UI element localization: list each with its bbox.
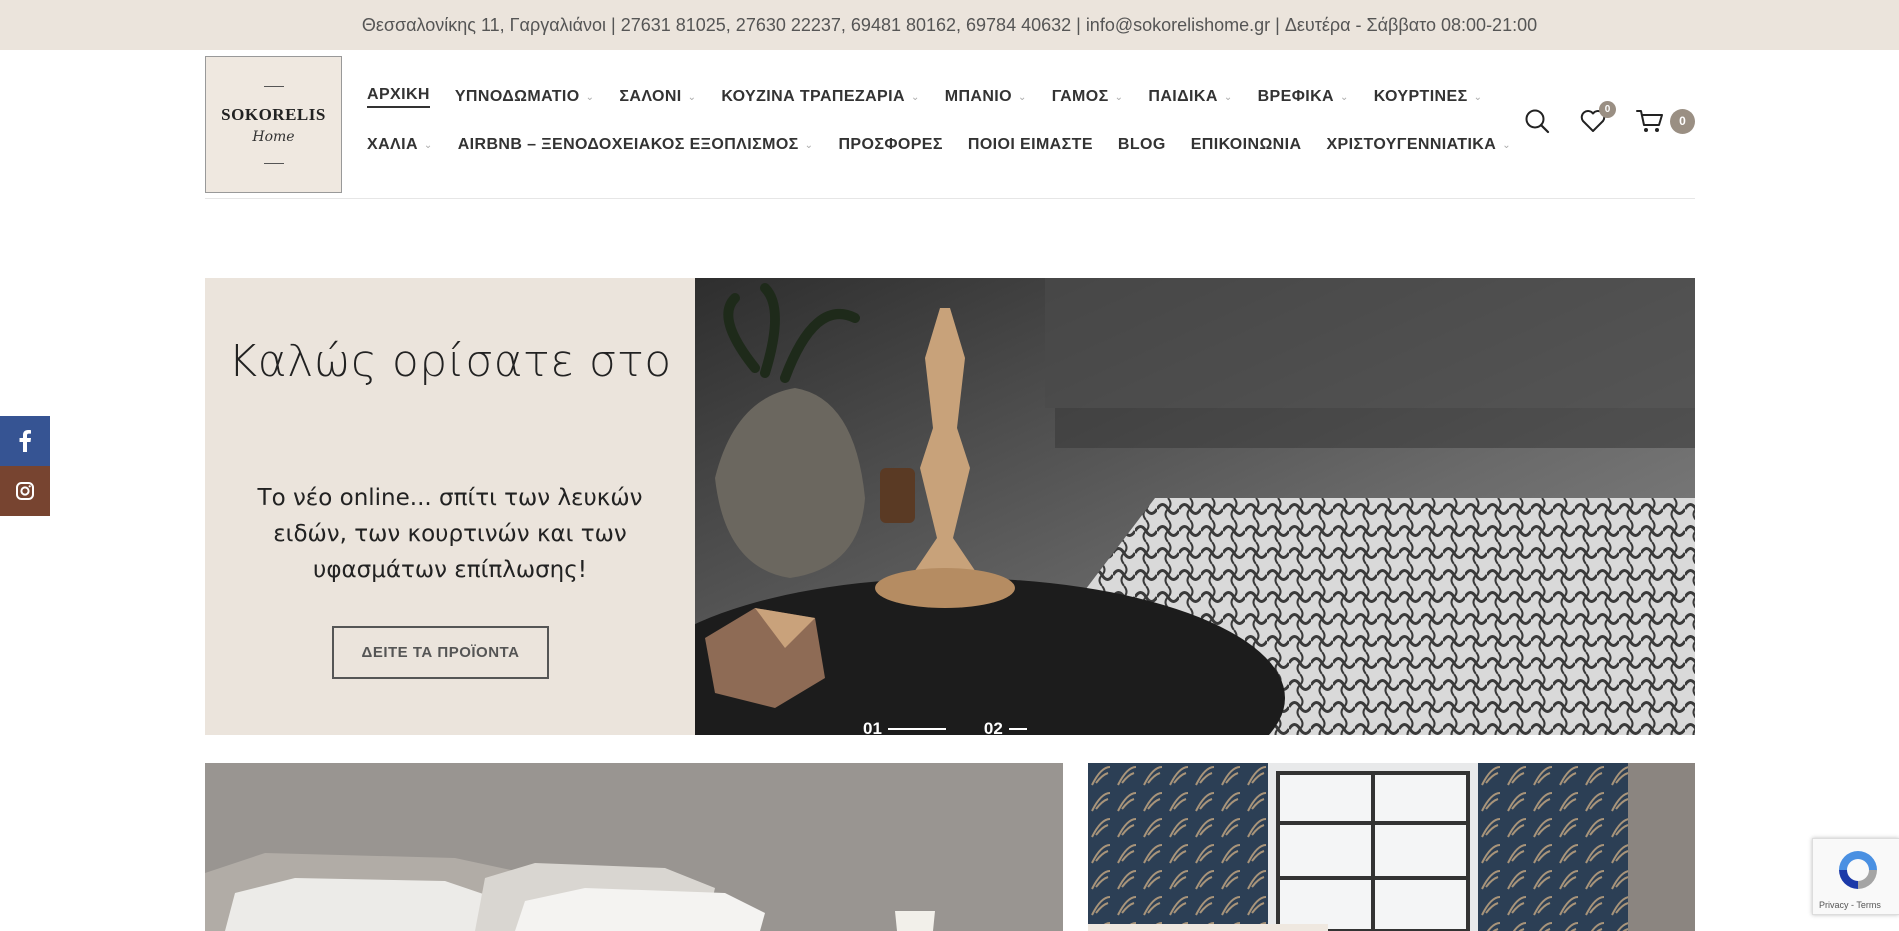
curtains-photo bbox=[1088, 763, 1695, 931]
recaptcha-icon bbox=[1839, 851, 1877, 889]
chevron-down-icon: ⌄ bbox=[1502, 139, 1511, 151]
nav-item-home[interactable]: ΑΡΧΙΚΗ bbox=[367, 86, 430, 108]
chevron-down-icon: ⌄ bbox=[910, 91, 920, 103]
nav-item-wedding[interactable]: ΓΑΜΟΣ ⌄ bbox=[1052, 88, 1124, 106]
search-button[interactable] bbox=[1524, 108, 1550, 134]
logo-script: Home bbox=[252, 128, 295, 145]
slide-dot-1[interactable]: 01 bbox=[863, 719, 946, 735]
nav-item-kids[interactable]: ΠΑΙΔΙΚΑ ⌄ bbox=[1148, 88, 1232, 106]
chevron-down-icon: ⌄ bbox=[687, 91, 697, 103]
recaptcha-terms[interactable]: Privacy - Terms bbox=[1819, 900, 1881, 910]
top-info-text: Θεσσαλονίκης 11, Γαργαλιάνοι | 27631 810… bbox=[361, 14, 1538, 35]
slide-dot-2[interactable]: 02 bbox=[984, 719, 1027, 735]
nav-item-christmas[interactable]: ΧΡΙΣΤΟΥΓΕΝΝΙΑΤΙΚΑ ⌄ bbox=[1326, 136, 1511, 154]
nav-item-living-room[interactable]: ΣΑΛΟΝΙ ⌄ bbox=[619, 88, 696, 106]
category-tile-bedroom[interactable] bbox=[205, 763, 1063, 931]
slider-pagination: 01 02 bbox=[863, 719, 1065, 735]
bedroom-photo bbox=[205, 763, 1063, 931]
nav-item-about[interactable]: ΠΟΙΟΙ ΕΙΜΑΣΤΕ bbox=[968, 136, 1093, 154]
nav-item-kitchen-dining[interactable]: ΚΟΥΖΙΝΑ ΤΡΑΠΕΖΑΡΙΑ ⌄ bbox=[721, 88, 919, 106]
social-sidebar bbox=[0, 416, 50, 516]
chevron-down-icon: ⌄ bbox=[423, 139, 433, 151]
instagram-icon bbox=[16, 482, 34, 500]
nav-item-curtains[interactable]: ΚΟΥΡΤΙΝΕΣ ⌄ bbox=[1374, 88, 1483, 106]
chevron-down-icon: ⌄ bbox=[804, 139, 814, 151]
wishlist-count-badge: 0 bbox=[1599, 101, 1616, 118]
cart-button[interactable]: 0 bbox=[1636, 108, 1695, 134]
nav-item-rugs[interactable]: ΧΑΛΙΑ ⌄ bbox=[367, 136, 433, 154]
nav-item-offers[interactable]: ΠΡΟΣΦΟΡΕΣ bbox=[838, 136, 942, 154]
hero-text-panel: Καλώς ορίσατε στο Το νέο online... σπίτι… bbox=[205, 278, 695, 735]
instagram-button[interactable] bbox=[0, 466, 50, 516]
chevron-down-icon: ⌄ bbox=[585, 91, 595, 103]
site-header: SOKORELIS Home ΑΡΧΙΚΗ ΥΠΝΟΔΩΜΑΤΙΟ ⌄ ΣΑΛΟΝ… bbox=[205, 56, 1695, 199]
main-nav-row-1: ΑΡΧΙΚΗ ΥΠΝΟΔΩΜΑΤΙΟ ⌄ ΣΑΛΟΝΙ ⌄ ΚΟΥΖΙΝΑ ΤΡΑΠ… bbox=[367, 86, 1507, 108]
search-icon bbox=[1525, 109, 1550, 134]
chevron-down-icon: ⌄ bbox=[1018, 91, 1027, 103]
chevron-down-icon: ⌄ bbox=[1223, 91, 1233, 103]
main-nav-row-2: ΧΑΛΙΑ ⌄ AIRBNB – ΞΕΝΟΔΟΧΕΙΑΚΟΣ ΕΞΟΠΛΙΣΜΟΣ… bbox=[367, 136, 1536, 154]
chevron-down-icon: ⌄ bbox=[1473, 91, 1483, 103]
chevron-down-icon: ⌄ bbox=[1339, 91, 1349, 103]
category-tile-curtains[interactable] bbox=[1088, 763, 1695, 931]
logo-rule-top bbox=[263, 85, 284, 87]
top-info-bar: Θεσσαλονίκης 11, Γαργαλιάνοι | 27631 810… bbox=[0, 0, 1899, 50]
hero-slide-photo bbox=[695, 278, 1695, 735]
header-tools: 0 0 bbox=[1494, 101, 1695, 134]
chevron-down-icon: ⌄ bbox=[1114, 91, 1124, 103]
nav-item-bedroom[interactable]: ΥΠΝΟΔΩΜΑΤΙΟ ⌄ bbox=[455, 88, 595, 106]
nav-item-blog[interactable]: BLOG bbox=[1118, 136, 1166, 154]
wishlist-button[interactable]: 0 bbox=[1580, 101, 1616, 133]
site-logo[interactable]: SOKORELIS Home bbox=[205, 56, 342, 193]
nav-item-baby[interactable]: ΒΡΕΦΙΚΑ ⌄ bbox=[1258, 88, 1349, 106]
nav-item-airbnb-hotel[interactable]: AIRBNB – ΞΕΝΟΔΟΧΕΙΑΚΟΣ ΕΞΟΠΛΙΣΜΟΣ ⌄ bbox=[458, 136, 814, 154]
nav-item-bathroom[interactable]: ΜΠΑΝΙΟ ⌄ bbox=[945, 88, 1027, 106]
cart-count-badge: 0 bbox=[1670, 108, 1695, 134]
hero-title: Καλώς ορίσατε στο bbox=[228, 336, 672, 387]
logo-brand: SOKORELIS bbox=[221, 104, 326, 124]
facebook-button[interactable] bbox=[0, 416, 50, 466]
hero-section: Καλώς ορίσατε στο Το νέο online... σπίτι… bbox=[205, 278, 1695, 735]
recaptcha-badge[interactable]: Privacy - Terms bbox=[1812, 838, 1899, 915]
facebook-icon bbox=[19, 430, 31, 452]
hero-slide-image: 01 02 bbox=[695, 278, 1695, 735]
hero-subtitle: Το νέο online... σπίτι των λευκών ειδών,… bbox=[257, 485, 643, 583]
view-products-button[interactable]: ΔΕΙΤΕ ΤΑ ΠΡΟΪΟΝΤΑ bbox=[332, 626, 549, 679]
cart-icon bbox=[1636, 110, 1663, 132]
nav-item-contact[interactable]: ΕΠΙΚΟΙΝΩΝΙΑ bbox=[1191, 136, 1302, 154]
logo-rule-bottom bbox=[263, 162, 284, 164]
